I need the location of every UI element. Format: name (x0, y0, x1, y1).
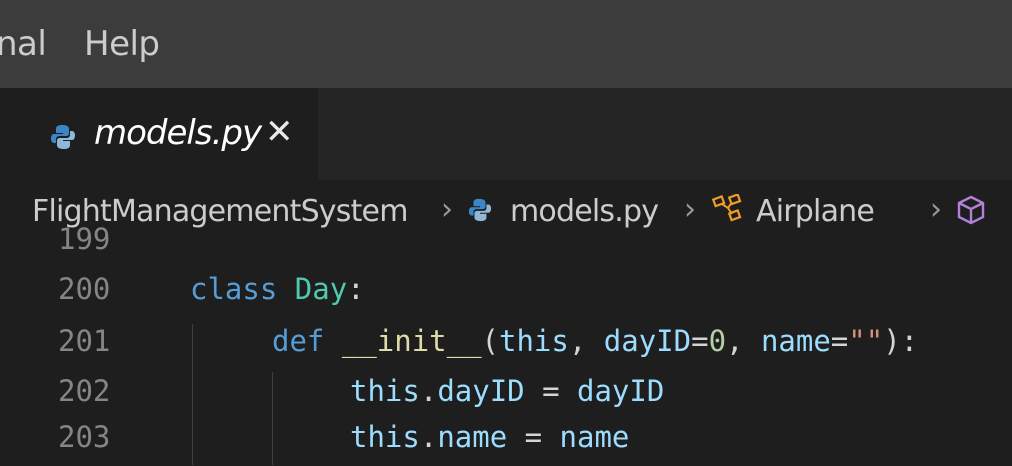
code-text: def __init__(this, dayID=0, name=""): (272, 324, 919, 358)
code-line: 200 class Day: (0, 272, 1012, 318)
line-number: 201 (58, 324, 111, 358)
menu-item-terminal[interactable]: nal (0, 24, 47, 64)
line-number: 203 (58, 420, 111, 454)
line-number: 202 (58, 374, 111, 408)
line-number: 199 (58, 222, 111, 256)
tab-models-py[interactable]: models.py ✕ (0, 88, 318, 180)
menu-item-help[interactable]: Help (84, 24, 160, 64)
code-line: 199 (0, 222, 1012, 268)
code-line: 201 def __init__(this, dayID=0, name="")… (0, 324, 1012, 370)
editor-tab-bar: models.py ✕ (0, 88, 1012, 180)
indent-guide (192, 324, 193, 465)
menu-bar: nal Help (0, 0, 1012, 88)
code-line: 203 this.name = name (0, 420, 1012, 466)
tab-label: models.py (94, 113, 262, 153)
close-icon[interactable]: ✕ (265, 112, 294, 152)
line-number: 200 (58, 272, 111, 306)
python-file-icon (50, 124, 76, 154)
code-text: this.dayID = dayID (350, 374, 665, 408)
code-line: 202 this.dayID = dayID (0, 374, 1012, 420)
code-text: this.name = name (350, 420, 630, 454)
code-text: class Day: (190, 272, 365, 306)
code-editor[interactable]: 199 200 class Day: 201 def __init__(this… (0, 222, 1012, 466)
indent-guide (272, 372, 273, 465)
